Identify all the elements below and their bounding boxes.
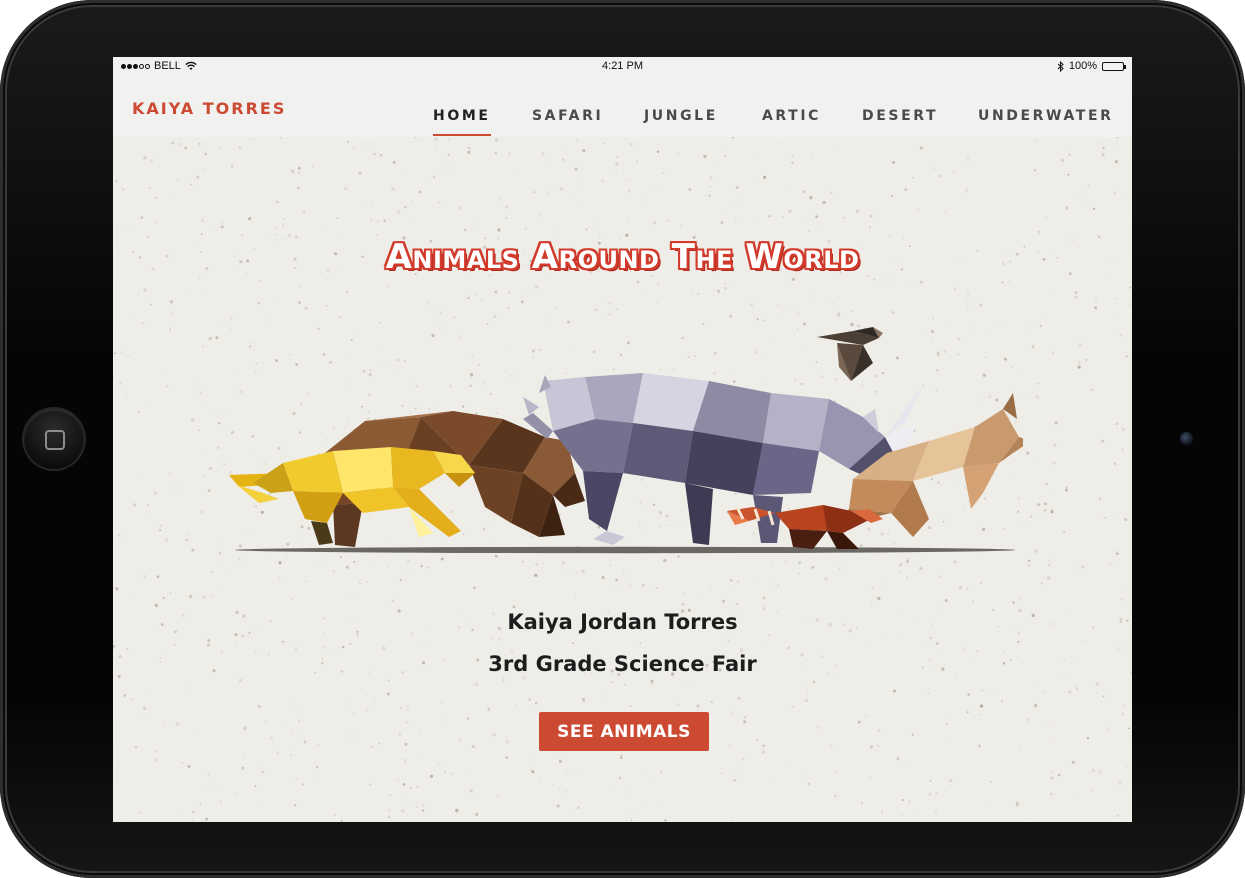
status-bar: BELL 4:21 PM 100% (113, 57, 1132, 77)
nav-item-home[interactable]: HOME (433, 108, 491, 124)
active-nav-indicator (433, 134, 491, 136)
status-right: 100% (1057, 60, 1126, 72)
animals-illustration (229, 327, 1023, 554)
screen: BELL 4:21 PM 100% KAIYA TORRES HOME SAFA… (113, 57, 1132, 822)
student-name: Kaiya Jordan Torres (507, 610, 738, 634)
brand-logo-text[interactable]: KAIYA TORRES (132, 99, 286, 118)
nav-item-jungle[interactable]: JUNGLE (644, 108, 718, 124)
camera-icon (1180, 432, 1193, 445)
clock: 4:21 PM (602, 60, 643, 72)
battery-icon (1102, 61, 1126, 71)
tablet-frame: BELL 4:21 PM 100% KAIYA TORRES HOME SAFA… (0, 0, 1245, 878)
nav-item-desert[interactable]: DESERT (862, 108, 938, 124)
hawk-illustration (817, 327, 883, 381)
event-name: 3rd Grade Science Fair (488, 652, 757, 676)
navbar: KAIYA TORRES HOME SAFARI JUNGLE ARTIC DE… (113, 77, 1132, 137)
nav-item-underwater[interactable]: UNDERWATER (978, 108, 1114, 124)
battery-percent: 100% (1068, 60, 1097, 72)
ground-shadow (235, 546, 1015, 554)
see-animals-button[interactable]: SEE ANIMALS (539, 712, 709, 751)
home-button[interactable] (24, 409, 84, 469)
nav-item-artic[interactable]: ARTIC (762, 108, 821, 124)
nav-item-safari[interactable]: SAFARI (532, 108, 603, 124)
red-panda-illustration (727, 505, 883, 549)
bluetooth-icon (1057, 60, 1064, 72)
home-square-icon (45, 430, 65, 450)
hero-section: Animals Around The World Kaiya Jordan To… (113, 137, 1132, 822)
hero-title: Animals Around The World (385, 237, 860, 277)
